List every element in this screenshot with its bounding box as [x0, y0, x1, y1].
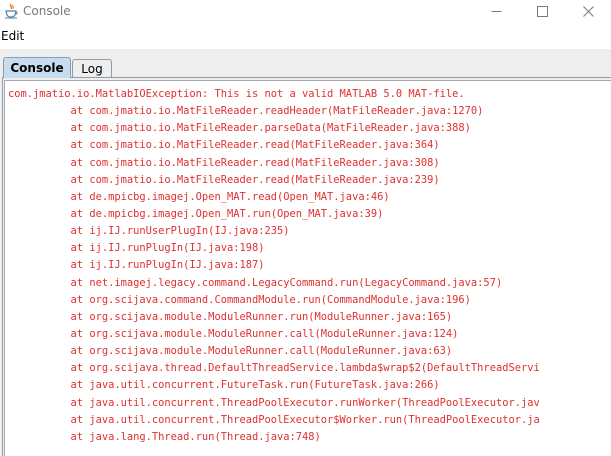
close-icon[interactable] [565, 0, 611, 23]
maximize-icon[interactable] [519, 0, 565, 23]
console-line: at org.scijava.command.CommandModule.run… [8, 293, 471, 306]
console-line: at java.util.concurrent.ThreadPoolExecut… [8, 396, 540, 409]
console-line: at java.util.concurrent.FutureTask.run(F… [8, 379, 440, 392]
console-line: at java.util.concurrent.ThreadPoolExecut… [8, 413, 540, 426]
console-line: at org.scijava.module.ModuleRunner.call(… [8, 345, 453, 358]
tab-console[interactable]: Console [3, 57, 71, 78]
console-line: at ij.IJ.runUserPlugIn(IJ.java:235) [8, 225, 290, 238]
window-title: Console [23, 4, 71, 18]
console-line: at com.jmatio.io.MatFileReader.parseData… [8, 122, 471, 135]
menu-edit[interactable]: Edit [1, 29, 24, 43]
tab-log-label: Log [81, 61, 103, 76]
console-line: at ij.IJ.runPlugIn(IJ.java:187) [8, 259, 265, 272]
console-line: at net.imagej.legacy.command.LegacyComma… [8, 276, 503, 289]
console-lines: com.jmatio.io.MatlabIOException: This is… [8, 86, 540, 446]
java-coffee-cup-icon [4, 3, 19, 19]
title-bar[interactable]: Console [0, 0, 611, 23]
console-line: at org.scijava.module.ModuleRunner.call(… [8, 327, 459, 340]
tab-log[interactable]: Log [72, 59, 112, 77]
console-line: com.jmatio.io.MatlabIOException: This is… [8, 88, 465, 100]
menu-bar: Edit [0, 23, 611, 49]
console-window: Console Edit Log Console com.jmatio.io.M… [0, 0, 611, 456]
tab-console-label: Console [10, 61, 64, 75]
console-line: at com.jmatio.io.MatFileReader.read(MatF… [8, 156, 440, 169]
minimize-icon[interactable] [473, 0, 519, 23]
console-line: at org.scijava.module.ModuleRunner.run(M… [8, 310, 453, 323]
console-line: at com.jmatio.io.MatFileReader.readHeade… [8, 105, 484, 118]
console-line: at com.jmatio.io.MatFileReader.read(MatF… [8, 173, 440, 186]
console-line: at de.mpicbg.imagej.Open_MAT.run(Open_MA… [8, 207, 384, 220]
console-line: at com.jmatio.io.MatFileReader.read(MatF… [8, 139, 440, 152]
console-line: at ij.IJ.runPlugIn(IJ.java:198) [8, 242, 265, 255]
console-line: at de.mpicbg.imagej.Open_MAT.read(Open_M… [8, 190, 390, 203]
console-output[interactable]: com.jmatio.io.MatlabIOException: This is… [4, 80, 611, 456]
console-line: at org.scijava.thread.DefaultThreadServi… [8, 362, 540, 375]
console-line: at java.lang.Thread.run(Thread.java:748) [8, 430, 321, 443]
